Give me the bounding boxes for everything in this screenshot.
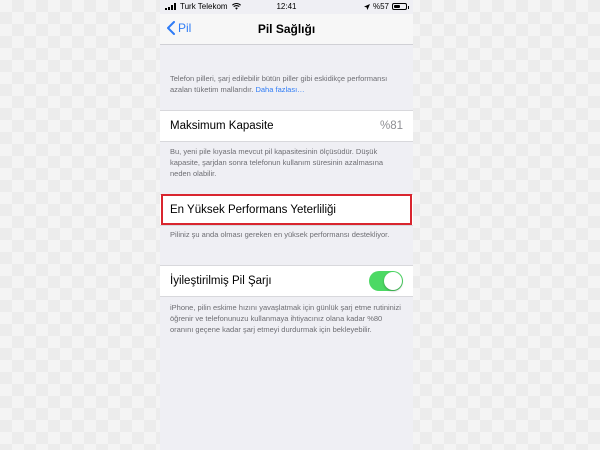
navigation-bar: Pil Pil Sağlığı <box>160 14 413 45</box>
max-capacity-label: Maksimum Kapasite <box>170 120 274 132</box>
max-capacity-value: %81 <box>379 120 403 132</box>
page-title: Pil Sağlığı <box>257 22 316 36</box>
more-info-link[interactable]: Daha fazlası… <box>255 85 304 94</box>
intro-description: Telefon pilleri, şarj edilebilir bütün p… <box>170 74 388 94</box>
highlight-box <box>161 194 412 225</box>
max-capacity-description: Bu, yeni pile kıyasla mevcut pil kapasit… <box>170 147 384 178</box>
status-bar: Turk Telekom 12:41 %57 <box>160 0 413 14</box>
battery-icon <box>392 3 409 10</box>
optimized-charging-toggle[interactable] <box>369 271 403 291</box>
optimized-charging-label: İyileştirilmiş Pil Şarjı <box>170 275 272 287</box>
toggle-knob <box>384 272 402 290</box>
battery-percent: %57 <box>372 2 389 11</box>
optimized-charging-row: İyileştirilmiş Pil Şarjı <box>160 265 413 297</box>
max-capacity-row: Maksimum Kapasite %81 <box>160 110 413 142</box>
optimized-charging-description: iPhone, pilin eskime hızını yavaşlatmak … <box>170 303 401 334</box>
location-icon <box>363 3 370 10</box>
phone-screen: Turk Telekom 12:41 %57 Pil Pil Sağlığı T… <box>160 0 413 450</box>
peak-performance-description: Piliniz şu anda olması gereken en yüksek… <box>170 230 390 239</box>
